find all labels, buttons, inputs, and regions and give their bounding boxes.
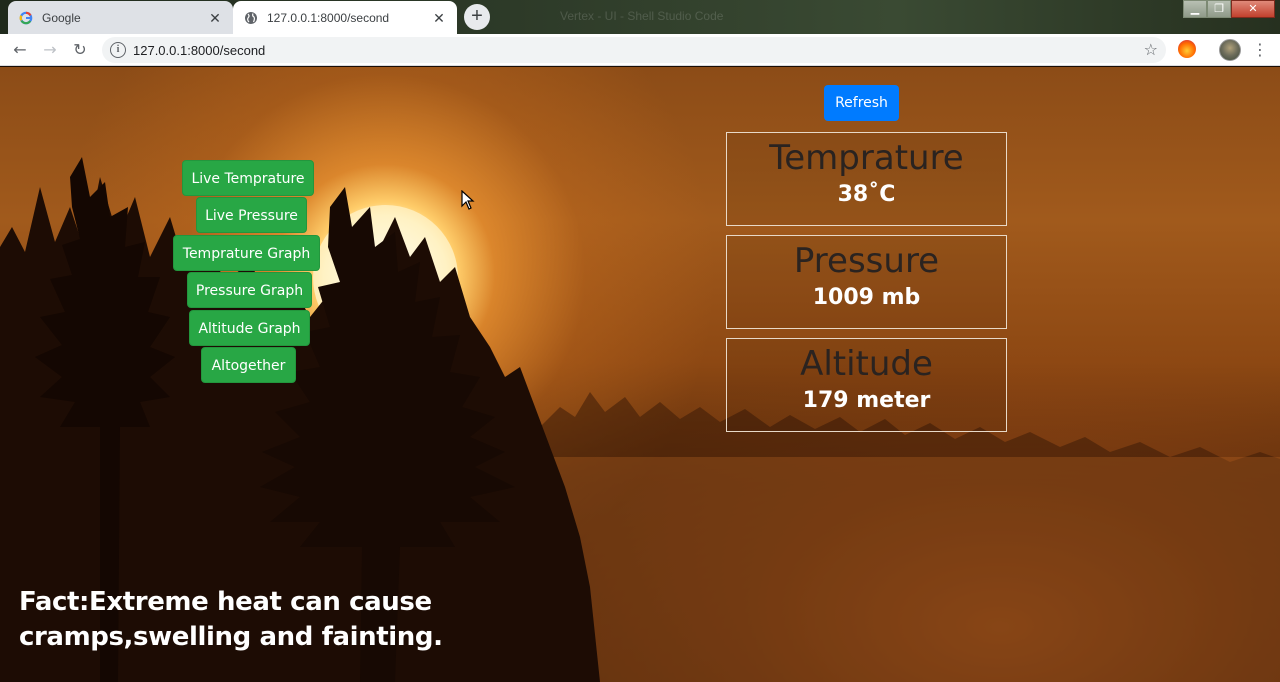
extension-icon[interactable] [1178,40,1196,58]
restore-icon[interactable]: ❐ [1207,0,1231,18]
info-icon[interactable]: i [110,42,126,58]
back-arrow-icon[interactable]: ← [8,38,32,62]
live-pressure-button[interactable]: Live Pressure [196,197,307,233]
temperature-graph-button[interactable]: Temprature Graph [173,235,320,271]
forward-arrow-icon[interactable]: → [38,38,62,62]
card-value: 38˚C [837,182,896,207]
tab-second[interactable]: 127.0.0.1:8000/second ✕ [233,1,457,34]
close-icon[interactable]: ✕ [431,10,447,26]
altogether-button[interactable]: Altogether [201,347,296,383]
window-close-icon[interactable]: ✕ [1231,0,1275,18]
tab-strip: Google ✕ 127.0.0.1:8000/second ✕ + Verte… [0,0,1280,34]
globe-icon [243,10,259,26]
card-title: Pressure [793,241,940,281]
google-g-icon [18,10,34,26]
tab-google[interactable]: Google ✕ [8,1,233,34]
card-value: 1009 mb [812,285,921,310]
close-icon[interactable]: ✕ [207,10,223,26]
card-value: 179 meter [802,388,931,413]
menu-icon[interactable]: ⋮ [1250,39,1270,61]
tab-title: Google [42,10,81,25]
mouse-cursor-icon [461,190,475,210]
live-temperature-button[interactable]: Live Temprature [182,160,314,196]
url-text[interactable]: 127.0.0.1:8000/second [133,43,265,58]
window-controls: ▁ ❐ ✕ [1183,0,1275,18]
pressure-graph-button[interactable]: Pressure Graph [187,272,312,308]
address-bar[interactable]: i 127.0.0.1:8000/second ☆ [102,37,1166,63]
window-title: Vertex - UI - Shell Studio Code [560,9,724,23]
altitude-card: Altitude 179 meter [726,338,1007,432]
temperature-card: Temprature 38˚C [726,132,1007,226]
new-tab-button[interactable]: + [464,4,490,30]
card-title: Altitude [800,344,933,384]
fact-text: Fact:Extreme heat can cause cramps,swell… [19,587,443,652]
minimize-icon[interactable]: ▁ [1183,0,1207,18]
page-background: Refresh Live Temprature Live Pressure Te… [0,67,1280,682]
reload-icon[interactable]: ↻ [68,38,92,62]
browser-toolbar: ← → ↻ i 127.0.0.1:8000/second ☆ ⋮ [0,34,1280,66]
tab-title: 127.0.0.1:8000/second [267,10,390,25]
pressure-card: Pressure 1009 mb [726,235,1007,329]
altitude-graph-button[interactable]: Altitude Graph [189,310,310,346]
profile-avatar[interactable] [1219,39,1241,61]
star-icon[interactable]: ☆ [1144,40,1158,59]
refresh-button[interactable]: Refresh [824,85,899,121]
card-title: Temprature [769,138,964,178]
